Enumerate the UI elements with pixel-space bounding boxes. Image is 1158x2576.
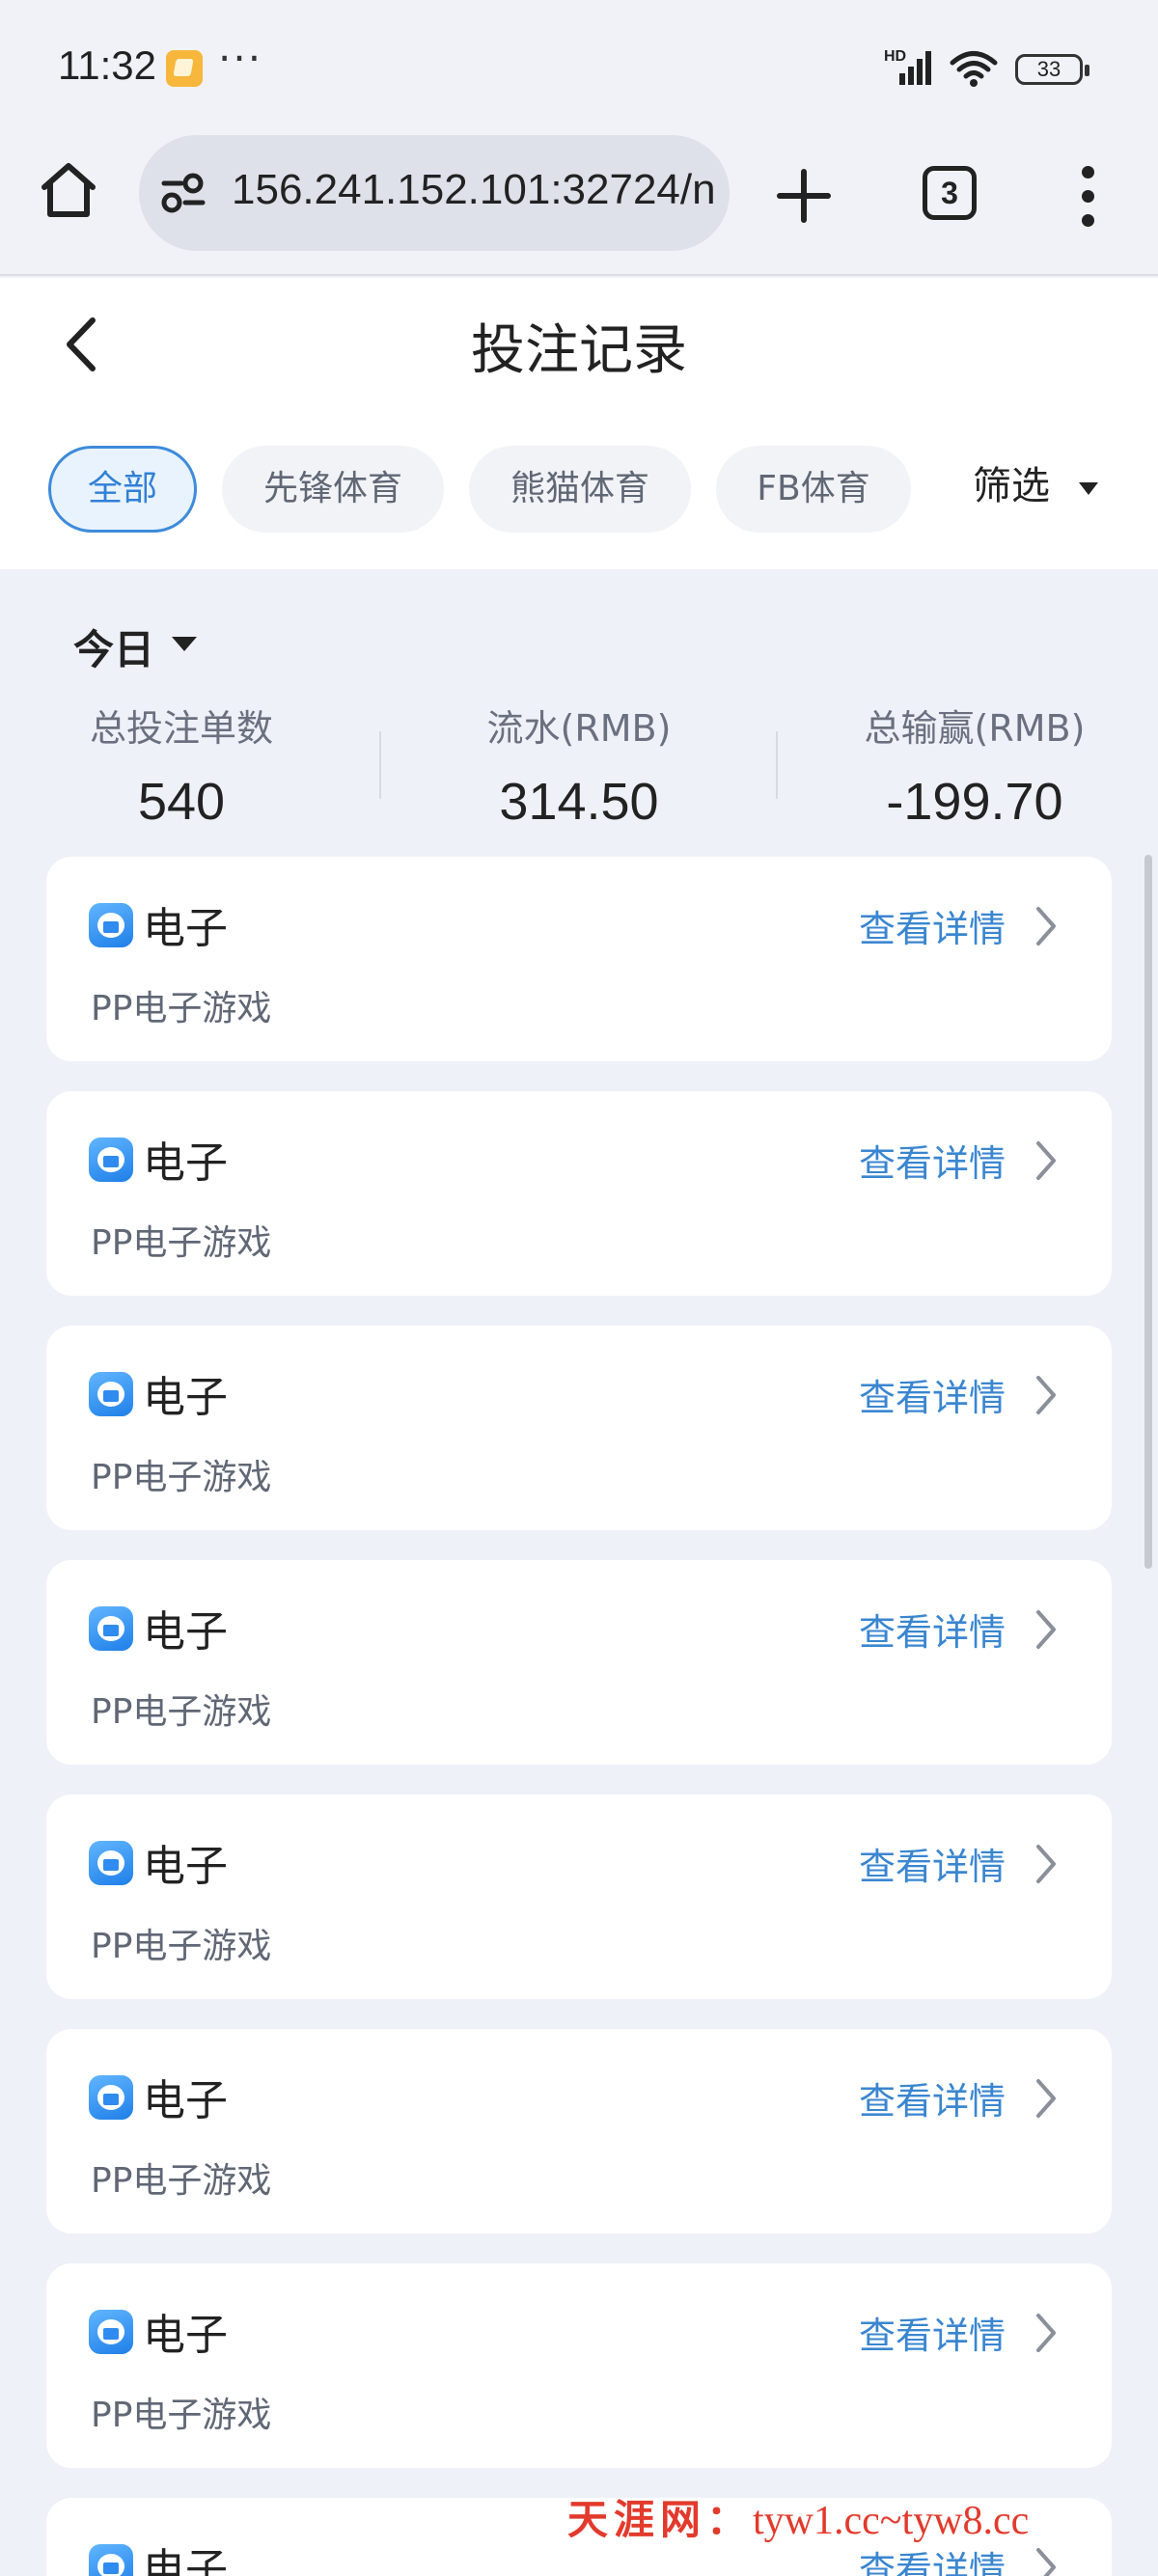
record-category: 电子 xyxy=(143,1607,228,1657)
electronic-game-icon xyxy=(89,903,133,947)
record-category: 电子 xyxy=(143,2545,228,2576)
page-header: 投注记录 全部 先锋体育 熊猫体育 FB体育 筛选 xyxy=(0,278,1158,569)
summary-panel: 今日 总投注单数 540 流水(RMB) 314.50 总输赢(RMB) -19… xyxy=(0,569,1158,849)
record-card[interactable]: 电子 PP电子游戏 查看详情 xyxy=(46,1560,1112,1765)
stat-total-bets: 总投注单数 540 xyxy=(0,699,374,832)
watermark-domains: tyw1.cc~tyw8.cc xyxy=(753,2499,1030,2543)
stat-label: 总投注单数 xyxy=(89,707,273,750)
browser-toolbar: 156.241.152.101:32724/n 3 xyxy=(0,135,1158,276)
electronic-game-icon xyxy=(89,2310,133,2354)
stat-turnover: 流水(RMB) 314.50 xyxy=(386,699,772,832)
record-card[interactable]: 电子 PP电子游戏 查看详情 xyxy=(46,857,1112,1061)
browser-chrome: 11:32 ··· HD 33 156.241.152.101:32724/n … xyxy=(0,0,1158,276)
filter-button[interactable]: 筛选 xyxy=(973,457,1050,515)
record-category: 电子 xyxy=(143,1373,228,1422)
record-game: PP电子游戏 xyxy=(91,1927,272,1966)
record-game: PP电子游戏 xyxy=(91,1692,272,1732)
status-time: 11:32 xyxy=(58,42,156,88)
tab-xiongmao-sports[interactable]: 熊猫体育 xyxy=(469,446,691,533)
scrollbar[interactable] xyxy=(1144,855,1152,1569)
stat-label: 总输赢(RMB) xyxy=(864,707,1086,750)
electronic-game-icon xyxy=(89,1137,133,1182)
tab-switcher-button[interactable]: 3 xyxy=(923,166,977,220)
wifi-icon xyxy=(950,51,998,87)
chevron-right-icon[interactable] xyxy=(1031,1841,1060,1887)
tab-xianfeng-sports[interactable]: 先锋体育 xyxy=(222,446,444,533)
home-icon[interactable] xyxy=(37,158,100,222)
signal-icon xyxy=(899,51,931,85)
more-notifications-icon: ··· xyxy=(218,35,263,82)
stat-value: 314.50 xyxy=(499,773,659,831)
site-settings-icon[interactable] xyxy=(160,172,207,214)
chevron-right-icon[interactable] xyxy=(1031,2075,1060,2122)
tab-fb-sports[interactable]: FB体育 xyxy=(716,446,911,533)
record-game: PP电子游戏 xyxy=(91,1458,272,1497)
stat-value: -199.70 xyxy=(886,773,1063,831)
chevron-right-icon[interactable] xyxy=(1031,903,1060,949)
chevron-right-icon[interactable] xyxy=(1031,1137,1060,1184)
chevron-down-icon[interactable] xyxy=(1079,482,1098,495)
watermark: 天涯网：tyw1.cc~tyw8.cc xyxy=(567,2487,1029,2546)
record-category: 电子 xyxy=(143,2311,228,2360)
new-tab-icon[interactable] xyxy=(772,164,836,228)
chevron-down-icon[interactable] xyxy=(172,637,197,651)
address-bar[interactable]: 156.241.152.101:32724/n xyxy=(139,135,730,251)
stat-divider xyxy=(776,731,778,799)
record-card[interactable]: 电子 PP电子游戏 查看详情 xyxy=(46,1795,1112,1999)
watermark-brand: 天涯网： xyxy=(567,2499,754,2543)
electronic-game-icon xyxy=(89,2075,133,2120)
page-title: 投注记录 xyxy=(471,319,687,382)
record-game: PP电子游戏 xyxy=(91,2161,272,2201)
view-details-link[interactable]: 查看详情 xyxy=(859,1134,1006,1187)
view-details-link[interactable]: 查看详情 xyxy=(859,899,1006,952)
stat-value: 540 xyxy=(137,773,226,831)
record-card[interactable]: 电子 PP电子游戏 查看详情 xyxy=(46,1091,1112,1296)
electronic-game-icon xyxy=(89,1606,133,1651)
tab-all[interactable]: 全部 xyxy=(48,446,197,533)
view-details-link[interactable]: 查看详情 xyxy=(859,2071,1006,2124)
record-card[interactable]: 电子 PP电子游戏 查看详情 xyxy=(46,1326,1112,1530)
view-details-link[interactable]: 查看详情 xyxy=(859,1603,1006,1656)
view-details-link[interactable]: 查看详情 xyxy=(859,1368,1006,1421)
record-game: PP电子游戏 xyxy=(91,2396,272,2435)
browser-menu-icon[interactable] xyxy=(1071,164,1106,228)
record-category: 电子 xyxy=(143,2076,228,2125)
view-details-link[interactable]: 查看详情 xyxy=(859,1837,1006,1890)
period-selector[interactable]: 今日 xyxy=(73,617,154,676)
record-category: 电子 xyxy=(143,1138,228,1188)
battery-icon: 33 xyxy=(1015,54,1089,85)
status-bar: 11:32 ··· HD 33 xyxy=(0,0,1158,135)
stat-label: 流水(RMB) xyxy=(486,707,672,750)
stat-profit-loss: 总输赢(RMB) -199.70 xyxy=(782,699,1158,832)
electronic-game-icon xyxy=(89,1841,133,1885)
chevron-right-icon[interactable] xyxy=(1031,1606,1060,1653)
chevron-right-icon[interactable] xyxy=(1031,2310,1060,2356)
record-category: 电子 xyxy=(143,1842,228,1891)
record-card[interactable]: 电子 PP电子游戏 查看详情 xyxy=(46,2029,1112,2233)
notification-icon xyxy=(166,50,203,87)
record-game: PP电子游戏 xyxy=(91,1223,272,1263)
chevron-right-icon[interactable] xyxy=(1031,2544,1060,2576)
record-game: PP电子游戏 xyxy=(91,989,272,1028)
chevron-right-icon[interactable] xyxy=(1031,1372,1060,1418)
url-text[interactable]: 156.241.152.101:32724/n xyxy=(232,166,714,220)
record-category: 电子 xyxy=(143,904,228,953)
view-details-link[interactable]: 查看详情 xyxy=(859,2306,1006,2359)
stat-divider xyxy=(379,731,381,799)
record-card[interactable]: 电子 PP电子游戏 查看详情 xyxy=(46,2263,1112,2468)
electronic-game-icon xyxy=(89,2544,133,2576)
electronic-game-icon xyxy=(89,1372,133,1416)
